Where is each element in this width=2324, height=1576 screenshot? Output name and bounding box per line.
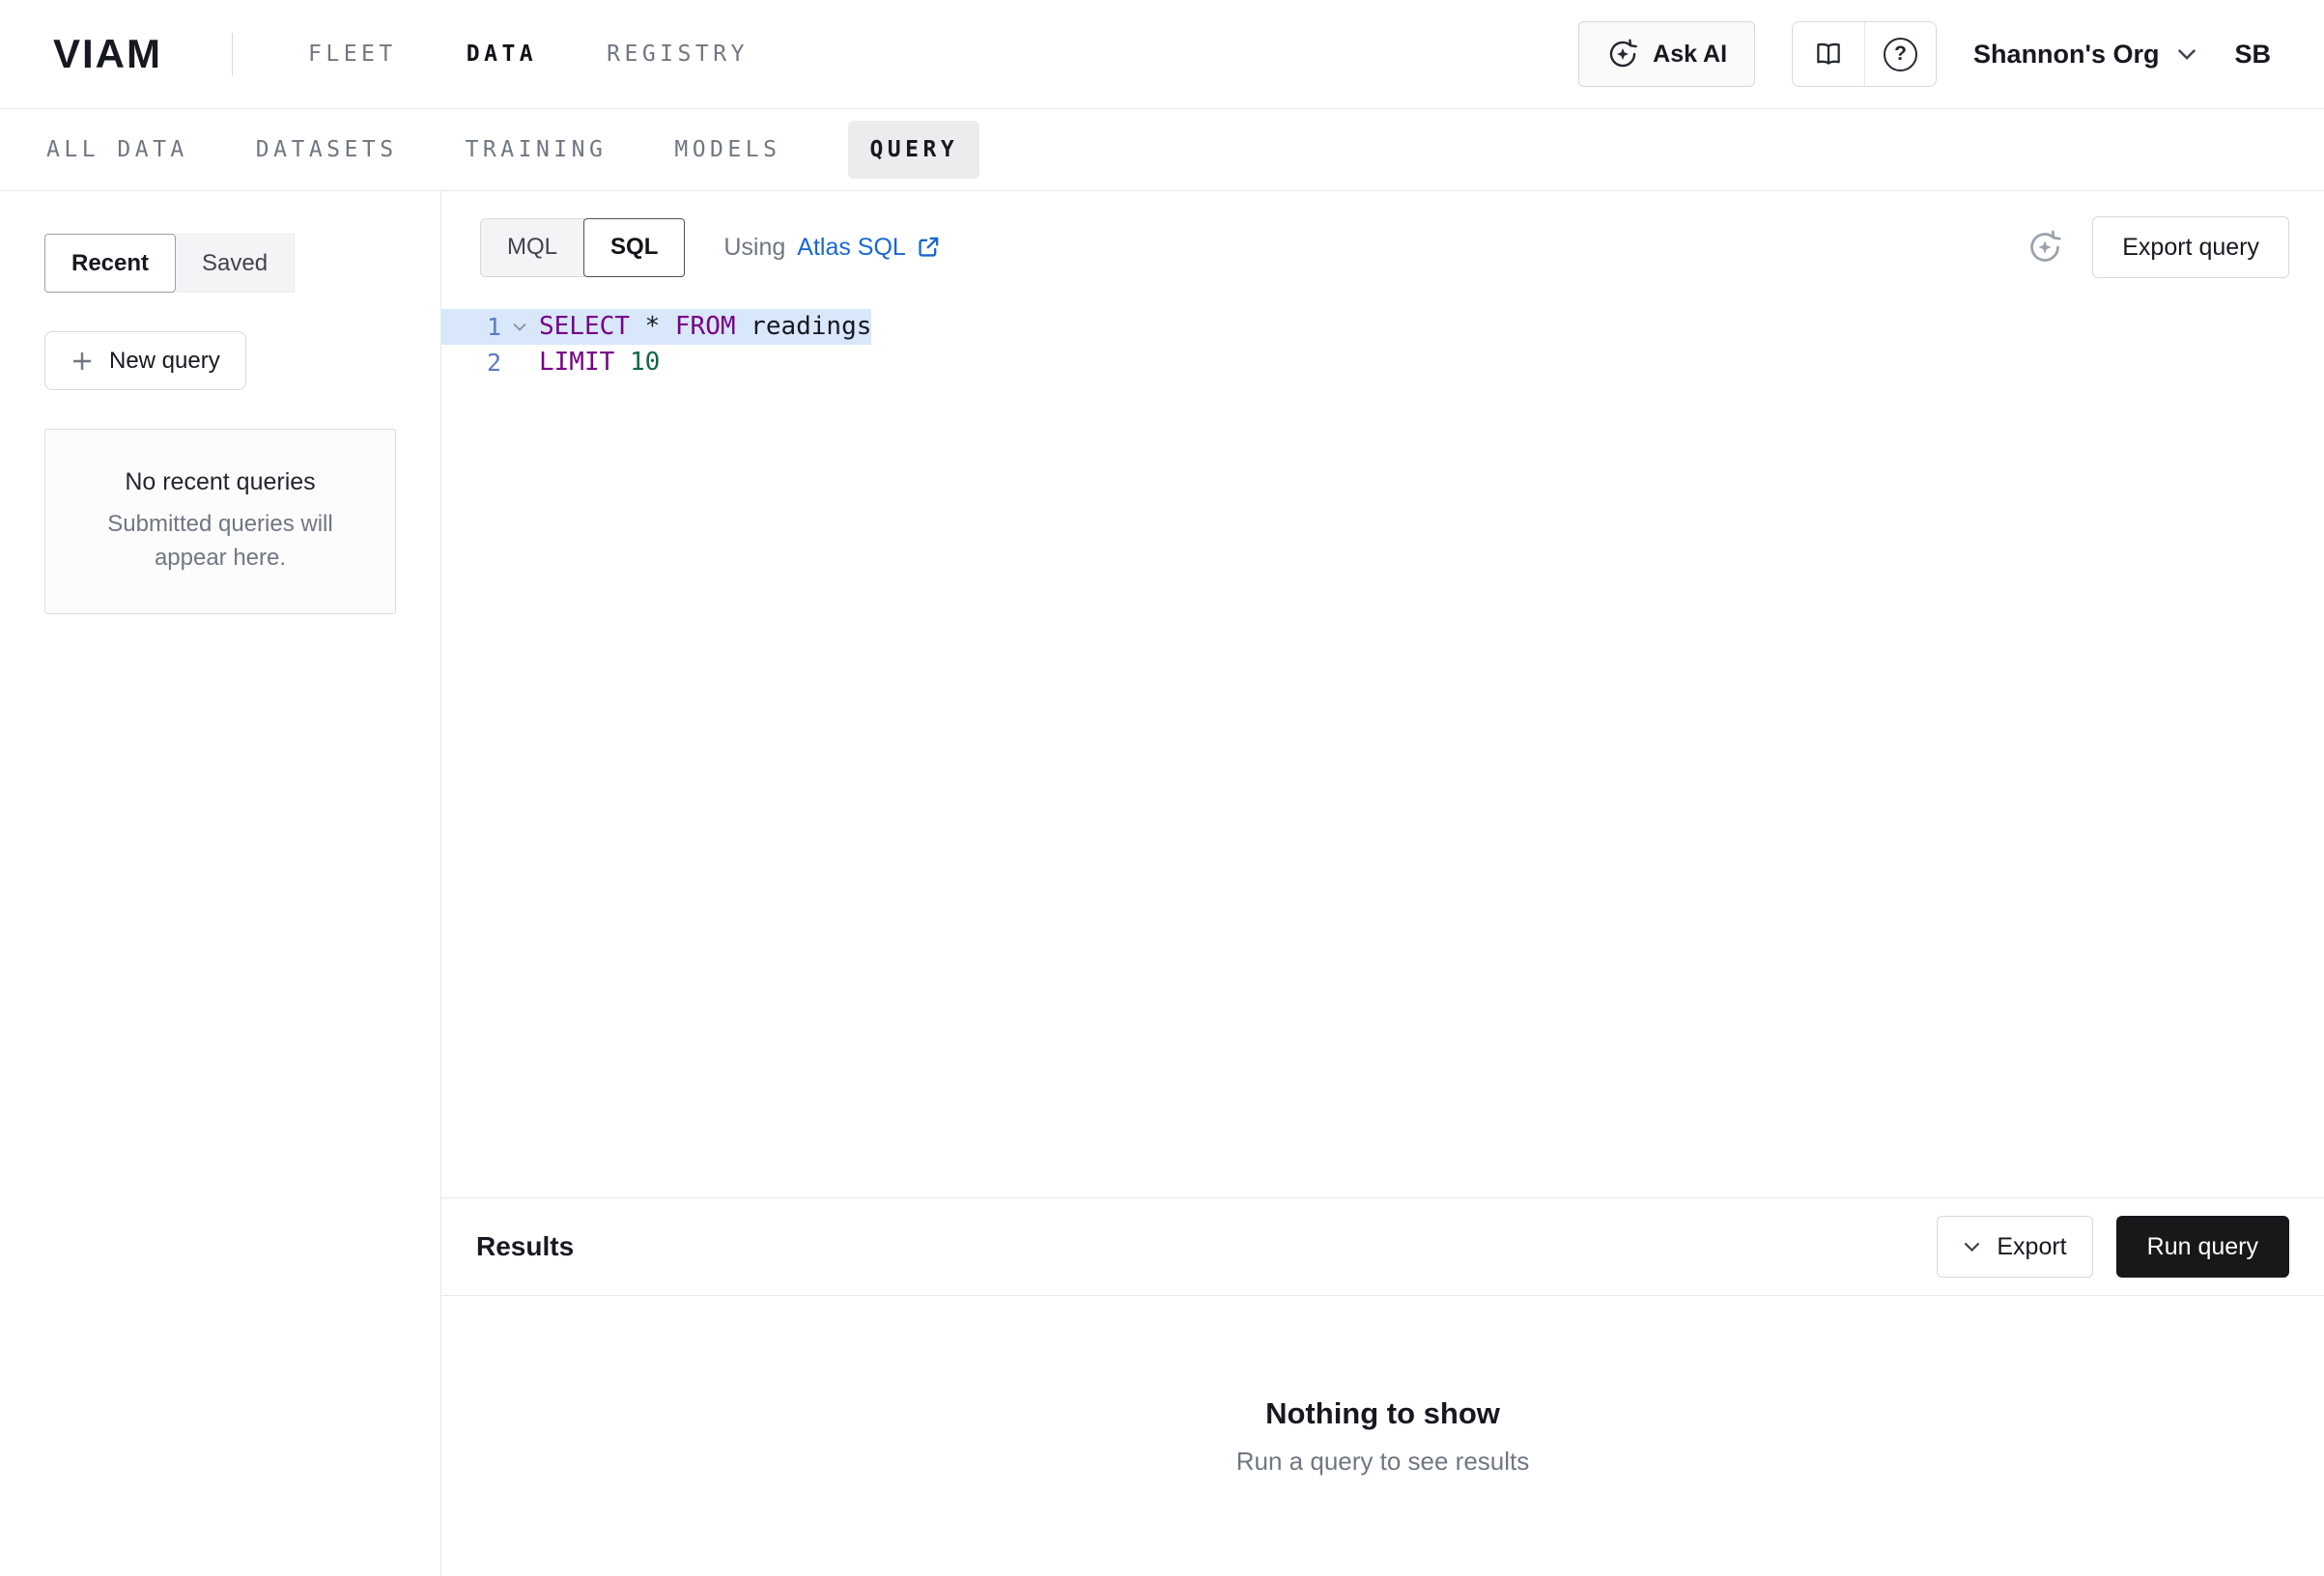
using-atlas-sql: Using Atlas SQL — [723, 234, 940, 262]
sql-number: 10 — [630, 348, 660, 377]
tab-training[interactable]: TRAINING — [466, 137, 608, 162]
mql-tab[interactable]: MQL — [480, 218, 584, 277]
line-gutter: 2 — [441, 345, 538, 380]
sql-text: readings — [736, 312, 872, 341]
book-icon — [1812, 38, 1845, 70]
user-avatar[interactable]: SB — [2234, 40, 2271, 70]
recent-tab[interactable]: Recent — [44, 234, 176, 293]
chevron-down-icon — [1963, 1241, 1981, 1252]
sql-keyword: FROM — [675, 312, 736, 341]
regenerate-query-button[interactable] — [2026, 229, 2063, 266]
nav-registry[interactable]: REGISTRY — [607, 42, 749, 67]
header-divider — [232, 33, 233, 75]
results-header: Results Export Run query — [441, 1197, 2324, 1296]
results-empty-state: Nothing to show Run a query to see resul… — [441, 1296, 2324, 1576]
query-sidebar: Recent Saved New query No recent queries… — [0, 191, 441, 1576]
run-query-button[interactable]: Run query — [2116, 1216, 2289, 1278]
header-right: Ask AI ? Shannon's Org SB — [1578, 21, 2271, 87]
sql-text — [614, 348, 630, 377]
viam-app: VIAM FLEET DATA REGISTRY Ask AI — [0, 0, 2324, 1576]
sql-keyword: LIMIT — [539, 348, 614, 377]
code-line-1[interactable]: 1 SELECT * FROM readings — [441, 309, 871, 345]
docs-button[interactable] — [1793, 22, 1864, 86]
ask-ai-label: Ask AI — [1653, 41, 1727, 69]
atlas-sql-link[interactable]: Atlas SQL — [797, 234, 941, 262]
query-main: MQL SQL Using Atlas SQL — [441, 191, 2324, 1576]
line-number: 2 — [487, 345, 501, 380]
fold-toggle[interactable] — [501, 322, 538, 332]
new-query-button[interactable]: New query — [44, 331, 246, 390]
code-line-2[interactable]: 2 LIMIT 10 — [441, 345, 660, 380]
ask-ai-button[interactable]: Ask AI — [1578, 21, 1755, 87]
using-label: Using — [723, 234, 785, 262]
sql-tab[interactable]: SQL — [583, 218, 685, 277]
viam-logo[interactable]: VIAM — [53, 31, 162, 77]
external-link-icon — [916, 235, 941, 260]
nav-fleet[interactable]: FLEET — [308, 42, 397, 67]
line-gutter: 1 — [441, 309, 538, 345]
chevron-down-icon — [2176, 47, 2197, 61]
tab-all-data[interactable]: ALL DATA — [46, 137, 188, 162]
nav-data[interactable]: DATA — [467, 42, 537, 67]
export-query-button[interactable]: Export query — [2092, 216, 2289, 278]
sql-keyword: SELECT — [539, 312, 630, 341]
content: Recent Saved New query No recent queries… — [0, 191, 2324, 1576]
code-text: SELECT * FROM readings — [538, 309, 871, 345]
ai-sparkle-icon — [1606, 38, 1639, 70]
results-empty-subtitle: Run a query to see results — [1236, 1447, 1530, 1477]
empty-state-subtitle: Submitted queries will appear here. — [79, 508, 361, 576]
org-name: Shannon's Org — [1973, 40, 2159, 70]
recent-saved-toggle: Recent Saved — [44, 234, 396, 293]
results-title: Results — [476, 1231, 574, 1262]
saved-tab[interactable]: Saved — [176, 234, 295, 293]
top-nav: VIAM FLEET DATA REGISTRY Ask AI — [0, 0, 2324, 109]
help-docs-group: ? — [1792, 21, 1937, 87]
export-label: Export — [1997, 1233, 2066, 1261]
empty-state-title: No recent queries — [74, 468, 366, 496]
sql-code-editor[interactable]: 1 SELECT * FROM readings 2 LIMI — [441, 278, 2324, 1197]
export-results-button[interactable]: Export — [1937, 1216, 2092, 1278]
org-selector[interactable]: Shannon's Org — [1973, 40, 2197, 70]
tab-datasets[interactable]: DATASETS — [256, 137, 398, 162]
sql-text: * — [630, 312, 675, 341]
tab-query[interactable]: QUERY — [848, 121, 979, 179]
fold-chevron-icon — [512, 322, 527, 332]
recent-queries-empty-state: No recent queries Submitted queries will… — [44, 429, 396, 614]
new-query-label: New query — [109, 348, 220, 375]
line-number: 1 — [487, 309, 501, 345]
results-empty-title: Nothing to show — [1265, 1396, 1500, 1431]
code-text: LIMIT 10 — [538, 345, 660, 380]
results-actions: Export Run query — [1937, 1216, 2289, 1278]
query-language-toggle: MQL SQL — [480, 218, 685, 277]
help-icon: ? — [1884, 38, 1917, 71]
help-button[interactable]: ? — [1864, 22, 1936, 86]
query-toolbar: MQL SQL Using Atlas SQL — [441, 191, 2324, 278]
ai-refresh-icon — [2026, 229, 2063, 266]
atlas-sql-label: Atlas SQL — [797, 234, 906, 262]
data-tabs: ALL DATA DATASETS TRAINING MODELS QUERY — [0, 109, 2324, 191]
tab-models[interactable]: MODELS — [674, 137, 780, 162]
plus-icon — [71, 350, 94, 373]
primary-nav: FLEET DATA REGISTRY — [308, 42, 749, 67]
